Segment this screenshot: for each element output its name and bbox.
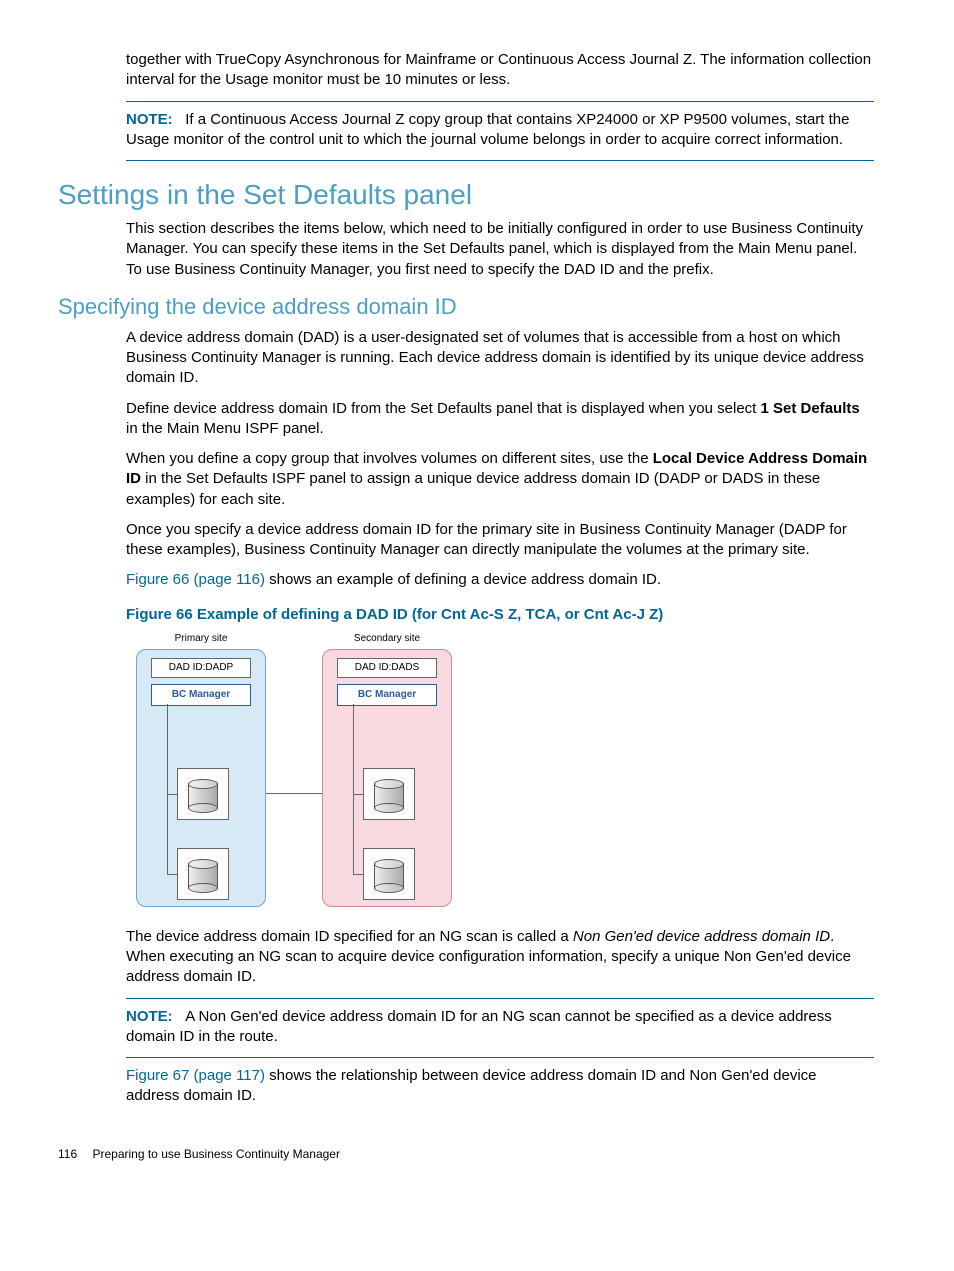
primary-site-box: DAD ID:DADP BC Manager xyxy=(136,649,266,907)
intro-block: together with TrueCopy Asynchronous for … xyxy=(126,50,874,161)
bc-manager-primary: BC Manager xyxy=(151,684,251,706)
connector-line xyxy=(167,874,177,875)
dad-id-secondary: DAD ID:DADS xyxy=(337,658,437,678)
connector-line xyxy=(353,874,363,875)
figure-66-caption: Figure 66 Example of defining a DAD ID (… xyxy=(126,605,874,625)
chapter-title: Preparing to use Business Continuity Man… xyxy=(92,1147,339,1161)
divider xyxy=(126,998,874,999)
local-dad-text: When you define a copy group that involv… xyxy=(126,449,874,510)
secondary-site-box: DAD ID:DADS BC Manager xyxy=(322,649,452,907)
figure-67-link[interactable]: Figure 67 (page 117) xyxy=(126,1067,265,1084)
note-1-text: If a Continuous Access Journal Z copy gr… xyxy=(126,111,849,148)
dad-definition-text: A device address domain (DAD) is a user-… xyxy=(126,328,874,389)
figure-67-reference: Figure 67 (page 117) shows the relations… xyxy=(126,1066,874,1107)
storage-unit-icon xyxy=(363,768,415,820)
subsection-heading-dad-id: Specifying the device address domain ID xyxy=(58,294,874,320)
divider xyxy=(126,160,874,161)
figure-66-link[interactable]: Figure 66 (page 116) xyxy=(126,571,265,588)
page-footer: 116 Preparing to use Business Continuity… xyxy=(58,1147,874,1161)
note-2: NOTE: A Non Gen'ed device address domain… xyxy=(126,1007,874,1048)
note-label: NOTE: xyxy=(126,1008,173,1025)
connector-line xyxy=(167,794,177,795)
storage-unit-icon xyxy=(363,848,415,900)
section-intro-text: This section describes the items below, … xyxy=(126,219,874,280)
section-body: This section describes the items below, … xyxy=(126,219,874,280)
storage-unit-icon xyxy=(177,768,229,820)
secondary-site-label: Secondary site xyxy=(322,633,452,644)
divider xyxy=(126,1057,874,1058)
subsection-body: A device address domain (DAD) is a user-… xyxy=(126,328,874,1107)
primary-site-text: Once you specify a device address domain… xyxy=(126,520,874,561)
divider xyxy=(126,101,874,102)
menu-option-bold: 1 Set Defaults xyxy=(761,400,860,417)
bc-manager-secondary: BC Manager xyxy=(337,684,437,706)
connector-line xyxy=(353,794,363,795)
ng-scan-text: The device address domain ID specified f… xyxy=(126,927,874,988)
page-number: 116 xyxy=(58,1147,77,1161)
connector-line xyxy=(167,704,168,874)
term-italic: Non Gen'ed device address domain ID xyxy=(573,928,830,945)
figure-66-diagram: Primary site Secondary site DAD ID:DADP … xyxy=(126,633,472,913)
define-dad-text: Define device address domain ID from the… xyxy=(126,399,874,440)
figure-66-reference: Figure 66 (page 116) shows an example of… xyxy=(126,570,874,590)
document-page: together with TrueCopy Asynchronous for … xyxy=(0,0,954,1201)
primary-site-label: Primary site xyxy=(136,633,266,644)
note-2-text: A Non Gen'ed device address domain ID fo… xyxy=(126,1008,832,1045)
note-label: NOTE: xyxy=(126,111,173,128)
dad-id-primary: DAD ID:DADP xyxy=(151,658,251,678)
storage-unit-icon xyxy=(177,848,229,900)
intro-continuation-text: together with TrueCopy Asynchronous for … xyxy=(126,50,874,91)
note-1: NOTE: If a Continuous Access Journal Z c… xyxy=(126,110,874,151)
connector-line xyxy=(353,704,354,874)
section-heading-set-defaults: Settings in the Set Defaults panel xyxy=(58,179,874,211)
